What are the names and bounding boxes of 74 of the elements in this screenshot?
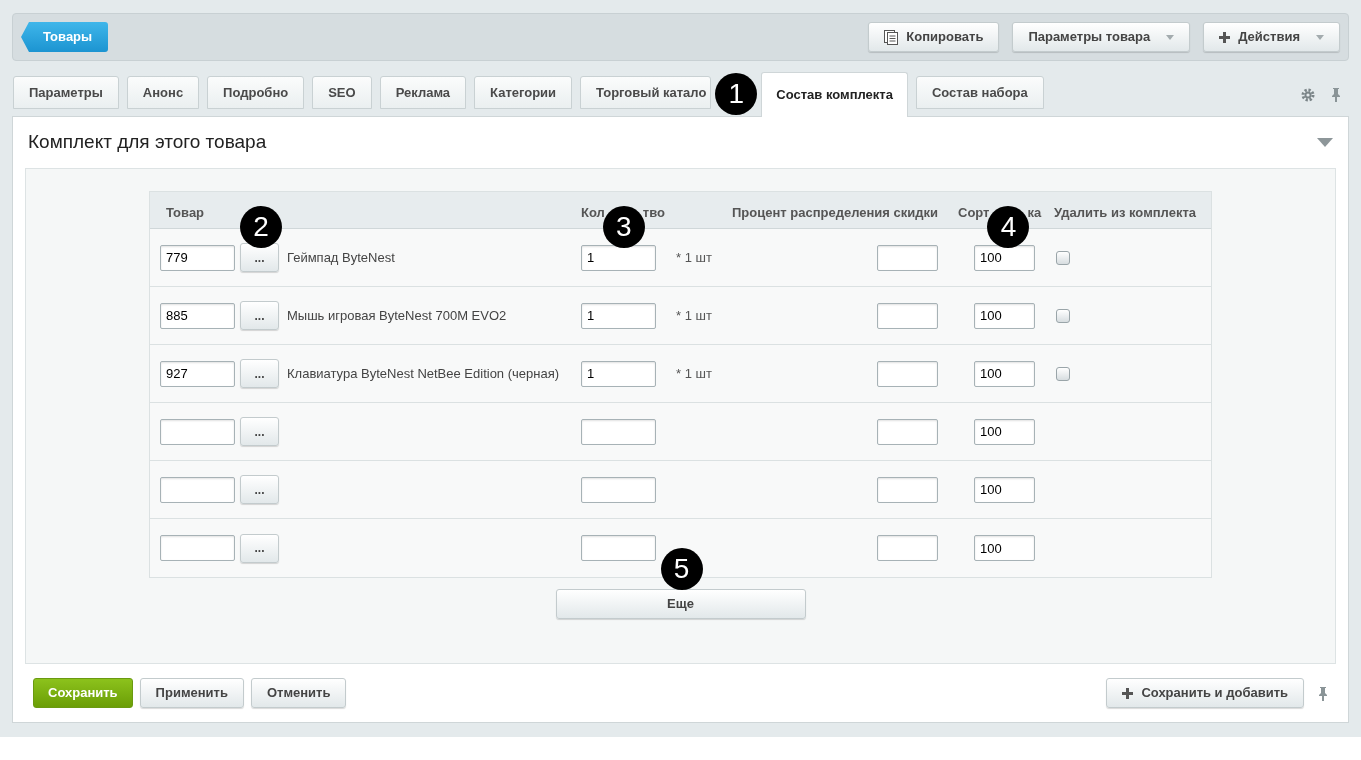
column-header: ка — [1027, 204, 1042, 223]
input-field[interactable] — [877, 360, 938, 387]
input-field[interactable] — [160, 476, 235, 503]
tab[interactable]: Параметры — [13, 76, 119, 109]
input-field[interactable]: 100 — [974, 418, 1035, 445]
section-title: Комплект для этого товара — [28, 130, 267, 155]
picker-button[interactable]: ... — [240, 359, 279, 388]
picker-button[interactable]: ... — [240, 243, 279, 272]
checkbox[interactable] — [1056, 366, 1070, 381]
input-field[interactable]: 100 — [974, 535, 1035, 561]
product-name: Геймпад ByteNest — [287, 248, 395, 267]
pin-icon[interactable] — [1318, 685, 1328, 701]
input-field[interactable] — [160, 418, 235, 445]
tab[interactable]: Подробно — [207, 76, 305, 109]
picker-button[interactable]: ... — [240, 301, 279, 330]
input-field[interactable]: 927 — [160, 360, 235, 387]
column-header: Товар — [166, 204, 205, 223]
tab[interactable]: Анонс — [126, 76, 200, 109]
toolbar-button[interactable]: Действия — [1203, 22, 1340, 52]
input-field[interactable]: 779 — [160, 244, 235, 271]
unit-label: * 1 шт — [676, 248, 712, 267]
picker-button[interactable]: ... — [240, 417, 279, 446]
form-button[interactable]: Отменить — [250, 678, 347, 708]
column-header: Удалить из комплекта — [1054, 204, 1197, 223]
caret-icon — [1316, 34, 1324, 40]
more-button[interactable]: Еще — [555, 589, 806, 619]
checkbox[interactable] — [1056, 308, 1070, 323]
save-and-add-button[interactable]: Сохранить и добавить — [1106, 678, 1304, 708]
callout-marker: 2 — [240, 206, 282, 248]
input-field[interactable]: 100 — [974, 476, 1035, 503]
input-field[interactable]: 1 — [581, 360, 656, 387]
product-name: Клавиатура ByteNest NetBee Edition (черная) — [287, 364, 560, 383]
column-header: Кол — [581, 204, 605, 223]
input-field[interactable] — [160, 535, 235, 561]
input-field[interactable] — [877, 476, 938, 503]
input-field[interactable] — [581, 418, 656, 445]
column-header: Сорт — [958, 204, 990, 223]
pin-icon[interactable] — [1331, 87, 1341, 102]
settings-icon[interactable] — [1301, 87, 1315, 102]
checkbox[interactable] — [1056, 250, 1070, 265]
collapse-triangle-icon[interactable] — [1317, 138, 1333, 147]
input-field[interactable]: 885 — [160, 302, 235, 329]
input-field[interactable] — [877, 418, 938, 445]
picker-button[interactable]: ... — [240, 533, 279, 563]
input-field[interactable] — [877, 244, 938, 271]
column-header: Процент распределения скидки — [732, 204, 939, 223]
picker-button[interactable]: ... — [240, 475, 279, 504]
product-name: Мышь игровая ByteNest 700M EVO2 — [287, 306, 507, 325]
tab[interactable]: Состав набора — [915, 76, 1044, 109]
callout-marker: 1 — [715, 73, 758, 115]
tab[interactable]: SEO — [312, 76, 372, 109]
copy-icon — [884, 29, 899, 45]
tab[interactable]: Реклама — [379, 76, 467, 109]
plus-icon — [1219, 31, 1231, 43]
input-field[interactable]: 100 — [974, 360, 1035, 387]
input-field[interactable]: 1 — [581, 302, 656, 329]
unit-label: * 1 шт — [676, 364, 712, 383]
unit-label: * 1 шт — [676, 306, 712, 325]
tab[interactable]: Категории — [474, 76, 573, 109]
input-field[interactable]: 100 — [974, 302, 1035, 329]
caret-icon — [1166, 34, 1175, 40]
tab[interactable]: Состав комплекта — [761, 72, 908, 117]
input-field[interactable] — [877, 535, 938, 561]
toolbar-button[interactable]: Копировать — [868, 22, 1000, 52]
toolbar-button[interactable]: Параметры товара — [1012, 22, 1191, 52]
form-button[interactable]: Применить — [139, 678, 244, 708]
input-field[interactable] — [877, 302, 938, 329]
plus-icon — [1122, 687, 1134, 699]
column-header: тво — [642, 204, 665, 223]
input-field[interactable]: 1 — [581, 244, 656, 271]
tab[interactable]: Торговый катало — [580, 76, 712, 109]
input-field[interactable]: 100 — [974, 244, 1035, 271]
input-field[interactable] — [581, 476, 656, 503]
input-field[interactable] — [581, 535, 656, 561]
